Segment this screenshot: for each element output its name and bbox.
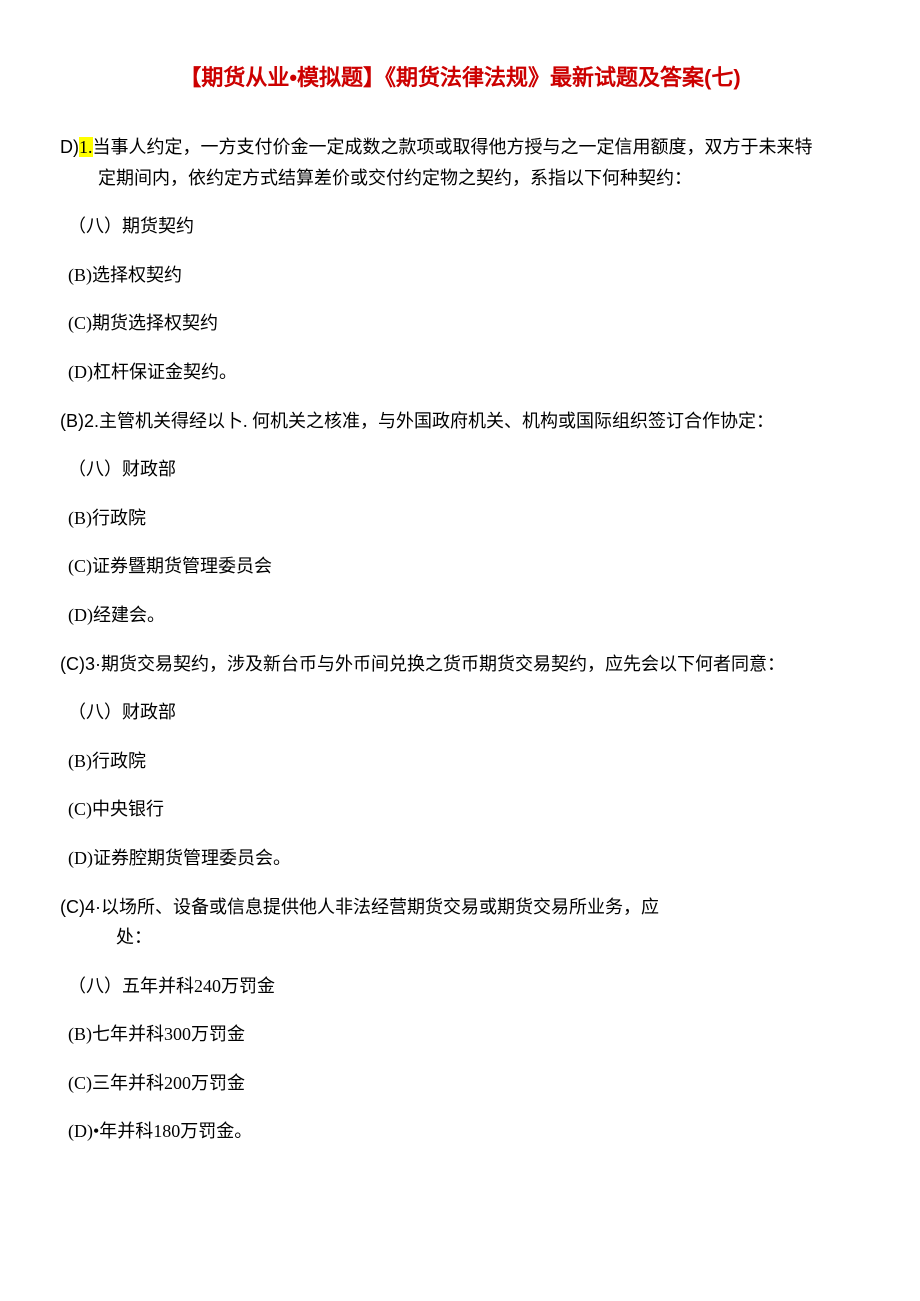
question-1-stem: D)1.当事人约定，一方支付价金一定成数之款项或取得他方授与之一定信用额度，双方…: [60, 132, 860, 193]
question-3-stem: (C)3·期货交易契约，涉及新台币与外币间兑换之货币期货交易契约，应先会以下何者…: [60, 649, 860, 680]
q4-option-d: (D)•年并科180万罚金。: [60, 1116, 860, 1147]
q4-option-c: (C)三年并科200万罚金: [60, 1068, 860, 1099]
q3-prefix: (C)3·: [60, 654, 101, 674]
q1-number-highlight: 1.: [79, 137, 93, 157]
question-2-stem: (B)2.主管机关得经以卜. 何机关之核准，与外国政府机关、机构或国际组织签订合…: [60, 406, 860, 437]
q1-answer-prefix: D): [60, 137, 79, 157]
q1-option-b: (B)选择权契约: [60, 260, 860, 291]
page-title: 【期货从业•模拟题】《期货法律法规》最新试题及答案(七): [60, 60, 860, 92]
q1-stem-line1: 当事人约定，一方支付价金一定成数之款项或取得他方授与之一定信用额度，双方于未来特: [93, 137, 813, 157]
q2-option-c: (C)证券暨期货管理委员会: [60, 551, 860, 582]
question-4: (C)4·以场所、设备或信息提供他人非法经营期货交易或期货交易所业务，应 处： …: [60, 892, 860, 1148]
q2-option-b: (B)行政院: [60, 503, 860, 534]
q3-option-d: (D)证券腔期货管理委员会。: [60, 843, 860, 874]
q3-option-c: (C)中央银行: [60, 794, 860, 825]
q1-option-c: (C)期货选择权契约: [60, 308, 860, 339]
q1-option-d: (D)杠杆保证金契约。: [60, 357, 860, 388]
q2-prefix: (B)2.: [60, 411, 99, 431]
q3-option-a: （八）财政部: [60, 697, 860, 728]
q4-stem-line1: 以场所、设备或信息提供他人非法经营期货交易或期货交易所业务，应: [101, 897, 659, 917]
q3-stem-text: 期货交易契约，涉及新台币与外币间兑换之货币期货交易契约，应先会以下何者同意：: [101, 654, 785, 674]
q2-option-a: （八）财政部: [60, 454, 860, 485]
q4-prefix: (C)4·: [60, 897, 101, 917]
question-1: D)1.当事人约定，一方支付价金一定成数之款项或取得他方授与之一定信用额度，双方…: [60, 132, 860, 388]
question-4-stem: (C)4·以场所、设备或信息提供他人非法经营期货交易或期货交易所业务，应 处：: [60, 892, 860, 953]
q3-option-b: (B)行政院: [60, 746, 860, 777]
q2-option-d: (D)经建会。: [60, 600, 860, 631]
question-3: (C)3·期货交易契约，涉及新台币与外币间兑换之货币期货交易契约，应先会以下何者…: [60, 649, 860, 874]
q1-option-a: （八）期货契约: [60, 211, 860, 242]
q2-stem-text: 主管机关得经以卜. 何机关之核准，与外国政府机关、机构或国际组织签订合作协定：: [99, 411, 774, 431]
q4-stem-line2: 处：: [60, 922, 860, 953]
question-2: (B)2.主管机关得经以卜. 何机关之核准，与外国政府机关、机构或国际组织签订合…: [60, 406, 860, 631]
q4-option-b: (B)七年并科300万罚金: [60, 1019, 860, 1050]
q1-stem-line2: 定期间内，依约定方式结算差价或交付约定物之契约，系指以下何种契约：: [60, 163, 860, 194]
q4-option-a: （八）五年并科240万罚金: [60, 971, 860, 1002]
